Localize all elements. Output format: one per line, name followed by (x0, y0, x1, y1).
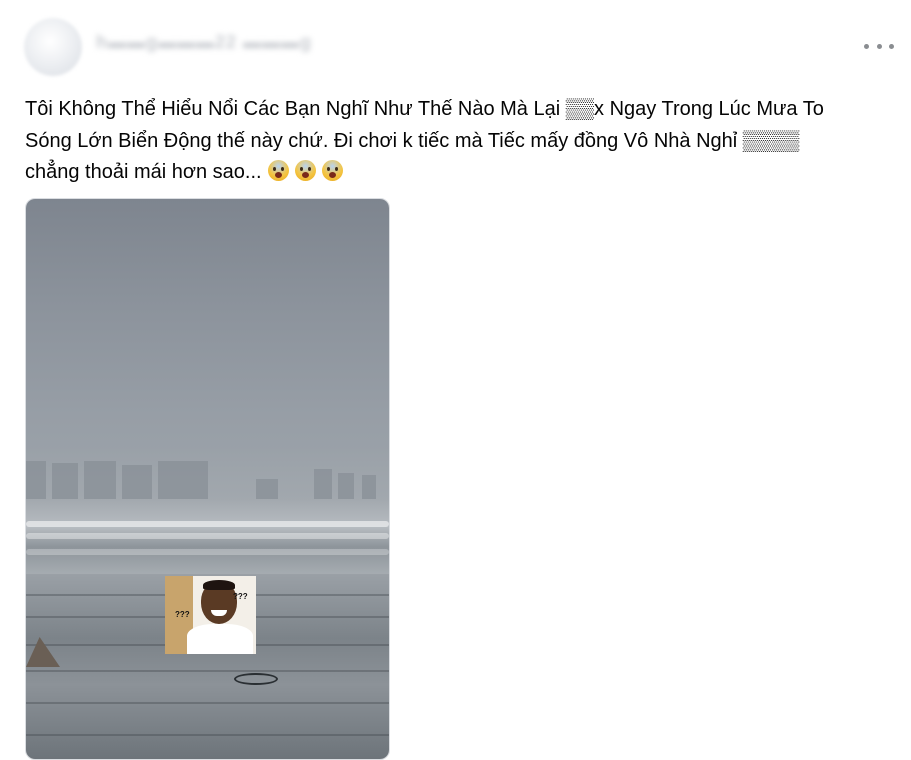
media-streak (26, 702, 389, 704)
author-avatar[interactable] (24, 18, 82, 76)
media-streak (26, 734, 389, 736)
meme-shirt (187, 624, 253, 654)
face-screaming-in-fear-icon (321, 160, 343, 181)
author-name[interactable]: h▬▬g▬▬▬22 ▬▬▬g (96, 32, 312, 53)
post-text-line: Sóng Lớn Biển Động thế này chứ. Đi chơi … (25, 129, 800, 152)
more-dot-icon (864, 43, 869, 49)
media-sea (26, 499, 389, 579)
post-card: h▬▬g▬▬▬22 ▬▬▬g Tôi Không Thể Hiểu Nổi Cá… (0, 0, 911, 760)
meme-question-left: ??? (175, 610, 190, 619)
confused-meme-sticker: ??? ??? (165, 576, 256, 654)
media-wave (26, 521, 389, 527)
more-dot-icon (889, 43, 894, 49)
media-wave (26, 533, 389, 539)
meme-hair (203, 580, 235, 590)
media-wave (26, 549, 389, 555)
media-debris (234, 673, 278, 685)
post-text-line-last: chẳng thoải mái hơn sao... (25, 157, 905, 189)
post-media-video[interactable]: ??? ??? (25, 198, 390, 760)
post-header: h▬▬g▬▬▬22 ▬▬▬g (24, 14, 894, 76)
post-text-line: chẳng thoải mái hơn sao... (25, 161, 262, 183)
face-screaming-in-fear-icon (294, 160, 316, 181)
post-text-line: Tôi Không Thể Hiểu Nổi Các Bạn Nghĩ Như … (25, 98, 824, 120)
face-screaming-in-fear-icon (267, 160, 289, 181)
media-streak (26, 670, 389, 672)
more-dot-icon (876, 43, 882, 49)
meme-question-right: ??? (233, 592, 248, 601)
media-sky (26, 199, 389, 469)
more-options-button[interactable] (864, 40, 894, 52)
post-text: Tôi Không Thể Hiểu Nổi Các Bạn Nghĩ Như … (25, 94, 905, 189)
